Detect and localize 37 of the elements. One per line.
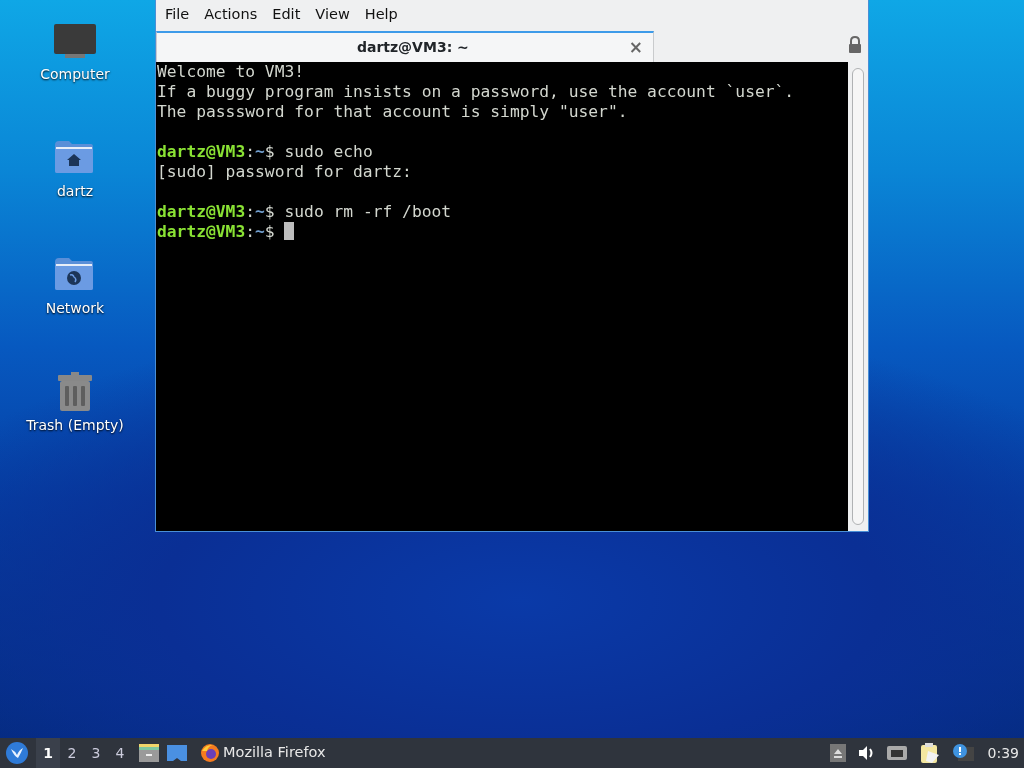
menu-item[interactable]: Edit <box>265 4 309 26</box>
firefox-icon <box>200 743 220 763</box>
eject-icon[interactable] <box>829 744 846 762</box>
lock-icon[interactable] <box>848 36 862 54</box>
terminal-output: If a buggy program insists on a password, use the account `user`. <box>157 82 795 101</box>
scrollbar-thumb[interactable] <box>852 68 864 525</box>
shell-prompt: dartz@VM3:~$ <box>157 142 275 161</box>
taskbar-button[interactable]: Mozilla Firefox <box>196 738 330 768</box>
shell-prompt: dartz@VM3:~$ <box>157 202 275 221</box>
workspace-button[interactable]: 2 <box>60 738 84 768</box>
workspace-button[interactable]: 1 <box>36 738 60 768</box>
menu-item[interactable]: View <box>308 4 358 26</box>
menu-item[interactable]: File <box>158 4 198 26</box>
desktop-icon[interactable] <box>166 744 188 762</box>
file-cabinet-icon[interactable] <box>138 743 160 763</box>
terminal-output: [sudo] password for dartz: <box>157 162 412 181</box>
menu-item[interactable]: Help <box>357 4 406 26</box>
start-menu-icon[interactable] <box>6 742 28 764</box>
shell-prompt: dartz@VM3:~$ <box>157 222 275 241</box>
clipboard-icon[interactable] <box>919 743 940 763</box>
terminal-command: sudo echo <box>284 142 373 161</box>
terminal-tab[interactable]: dartz@VM3: ~ × <box>156 31 654 62</box>
volume-icon[interactable] <box>857 744 874 762</box>
notification-icon[interactable] <box>951 743 974 763</box>
workspace-button[interactable]: 3 <box>84 738 108 768</box>
desktop-icon-label[interactable]: Network <box>45 298 105 319</box>
clock[interactable]: 0:39 <box>987 742 1019 764</box>
close-tab-button[interactable]: × <box>628 39 643 56</box>
desktop-icon-label[interactable]: dartz <box>56 181 94 202</box>
terminal-command: sudo rm -rf /boot <box>284 202 452 221</box>
network-port-icon[interactable] <box>885 744 908 762</box>
tab-title: dartz@VM3: ~ <box>355 38 470 57</box>
menu-item[interactable]: Actions <box>197 4 266 26</box>
terminal-output: Welcome to VM3! <box>157 62 305 81</box>
workspace-button[interactable]: 4 <box>108 738 132 768</box>
terminal-output: The passsword for that account is simply "user". <box>157 102 628 121</box>
desktop-icon-label[interactable]: Trash (Empty) <box>26 415 124 436</box>
